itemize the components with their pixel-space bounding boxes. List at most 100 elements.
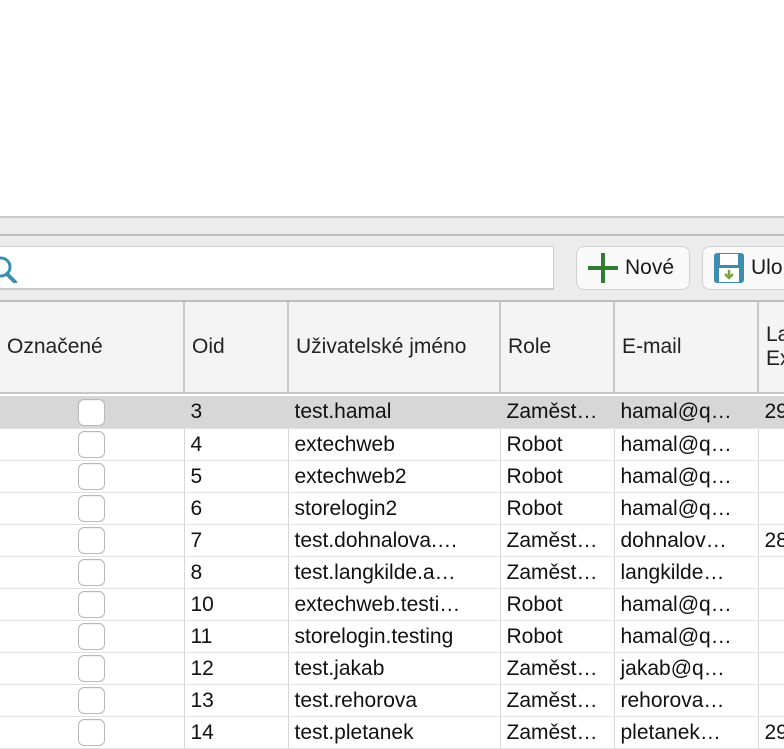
cell-role: Zaměst… [500, 652, 615, 685]
toolbar: Nové Ulo [0, 236, 784, 300]
cell-last [758, 652, 784, 685]
col-header-last[interactable]: La Ex [758, 302, 784, 394]
cell-email: hamal@q… [614, 396, 759, 429]
users-table: Označené Oid Uživatelské jméno Role E-ma… [0, 302, 784, 749]
cell-last [758, 620, 784, 653]
row-checkbox[interactable] [78, 399, 106, 427]
cell-email: rehorova… [614, 684, 759, 717]
table-row[interactable]: 14test.pletanekZaměst…pletanek…29 [0, 716, 784, 749]
cell-last [758, 460, 784, 493]
cell-username: test.jakab [288, 652, 501, 685]
cell-marked [0, 684, 185, 717]
save-button-label: Ulo [751, 256, 783, 279]
search-icon [0, 256, 17, 283]
plus-icon [588, 253, 618, 283]
table-header: Označené Oid Uživatelské jméno Role E-ma… [0, 302, 784, 394]
cell-marked [0, 588, 185, 621]
cell-username: extechweb.testi… [288, 588, 501, 621]
table-row[interactable]: 10 extechweb.testi… Robot hamal@q… [0, 588, 784, 621]
cell-oid: 11 [184, 620, 289, 653]
row-checkbox[interactable] [78, 431, 106, 459]
cell-last: 28 [758, 524, 784, 557]
cell-marked [0, 428, 185, 461]
cell-username: test.rehorova [288, 684, 501, 717]
cell-email: langkilde… [614, 556, 759, 589]
new-button[interactable]: Nové [576, 246, 690, 290]
cell-role: Robot [500, 428, 615, 461]
cell-email: hamal@q… [614, 460, 759, 493]
table-row[interactable]: 3test.hamalZaměst…hamal@q…29 [0, 396, 784, 429]
row-checkbox[interactable] [78, 623, 106, 651]
cell-username: storelogin2 [288, 492, 501, 525]
cell-oid: 6 [184, 492, 289, 525]
cell-marked [0, 716, 185, 749]
floppy-disk-icon [714, 253, 744, 283]
col-header-role[interactable]: Role [500, 302, 615, 394]
cell-marked [0, 524, 185, 557]
cell-email: hamal@q… [614, 428, 759, 461]
table-row[interactable]: 6 storelogin2 Robot hamal@q… [0, 492, 784, 525]
col-header-marked[interactable]: Označené [0, 302, 185, 394]
cell-last [758, 588, 784, 621]
search-field[interactable] [0, 246, 554, 290]
cell-role: Zaměst… [500, 396, 615, 429]
table-row[interactable]: 8 test.langkilde.a… Zaměst… langkilde… [0, 556, 784, 589]
row-checkbox[interactable] [78, 719, 106, 747]
cell-role: Zaměst… [500, 524, 615, 557]
cell-role: Zaměst… [500, 684, 615, 717]
row-checkbox[interactable] [78, 495, 106, 523]
row-checkbox[interactable] [78, 527, 106, 555]
cell-email: jakab@q… [614, 652, 759, 685]
table-row[interactable]: 11 storelogin.testing Robot hamal@q… [0, 620, 784, 653]
cell-username: test.dohnalova.… [288, 524, 501, 557]
cell-username: storelogin.testing [288, 620, 501, 653]
empty-panel [0, 0, 784, 217]
table-row[interactable]: 5 extechweb2 Robot hamal@q… [0, 460, 784, 493]
cell-oid: 8 [184, 556, 289, 589]
cell-username: test.hamal [288, 396, 501, 429]
row-checkbox[interactable] [78, 687, 106, 715]
table-row[interactable]: 7test.dohnalova.…Zaměst…dohnalov…28 [0, 524, 784, 557]
cell-last: 29 [758, 396, 784, 429]
row-checkbox[interactable] [78, 655, 106, 683]
cell-last [758, 492, 784, 525]
col-header-username[interactable]: Uživatelské jméno [288, 302, 501, 394]
row-checkbox[interactable] [78, 463, 106, 491]
cell-last [758, 684, 784, 717]
cell-username: extechweb2 [288, 460, 501, 493]
cell-last [758, 428, 784, 461]
cell-oid: 13 [184, 684, 289, 717]
cell-email: hamal@q… [614, 492, 759, 525]
col-header-email[interactable]: E-mail [614, 302, 759, 394]
cell-oid: 5 [184, 460, 289, 493]
cell-oid: 7 [184, 524, 289, 557]
table-row[interactable]: 13 test.rehorova Zaměst… rehorova… [0, 684, 784, 717]
cell-username: test.pletanek [288, 716, 501, 749]
row-checkbox[interactable] [78, 559, 106, 587]
cell-email: hamal@q… [614, 588, 759, 621]
cell-role: Zaměst… [500, 556, 615, 589]
cell-oid: 10 [184, 588, 289, 621]
cell-role: Robot [500, 492, 615, 525]
cell-last [758, 556, 784, 589]
save-button[interactable]: Ulo [702, 246, 784, 290]
cell-email: dohnalov… [614, 524, 759, 557]
cell-username: extechweb [288, 428, 501, 461]
cell-marked [0, 396, 185, 429]
cell-username: test.langkilde.a… [288, 556, 501, 589]
row-checkbox[interactable] [78, 591, 106, 619]
cell-oid: 3 [184, 396, 289, 429]
cell-email: pletanek… [614, 716, 759, 749]
table-row[interactable]: 12 test.jakab Zaměst… jakab@q… [0, 652, 784, 685]
cell-role: Robot [500, 460, 615, 493]
cell-role: Zaměst… [500, 716, 615, 749]
col-header-oid[interactable]: Oid [184, 302, 289, 394]
cell-marked [0, 556, 185, 589]
table-row[interactable]: 4 extechweb Robot hamal@q… [0, 428, 784, 461]
cell-oid: 4 [184, 428, 289, 461]
splitter-band[interactable] [0, 218, 784, 235]
cell-role: Robot [500, 620, 615, 653]
cell-role: Robot [500, 588, 615, 621]
cell-oid: 14 [184, 716, 289, 749]
cell-oid: 12 [184, 652, 289, 685]
